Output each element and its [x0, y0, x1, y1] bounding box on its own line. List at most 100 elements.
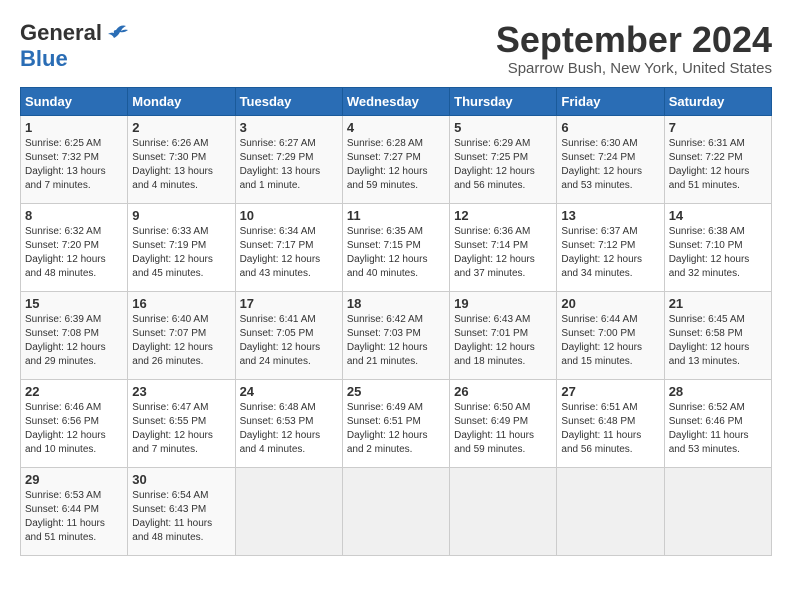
calendar-cell: 27 Sunrise: 6:51 AMSunset: 6:48 PMDaylig… — [557, 379, 664, 467]
calendar-cell: 10 Sunrise: 6:34 AMSunset: 7:17 PMDaylig… — [235, 203, 342, 291]
day-info: Sunrise: 6:40 AMSunset: 7:07 PMDaylight:… — [132, 314, 213, 367]
col-saturday: Saturday — [664, 87, 771, 115]
title-area: September 2024 Sparrow Bush, New York, U… — [496, 20, 772, 77]
calendar-cell: 17 Sunrise: 6:41 AMSunset: 7:05 PMDaylig… — [235, 291, 342, 379]
day-info: Sunrise: 6:42 AMSunset: 7:03 PMDaylight:… — [347, 314, 428, 367]
day-number: 23 — [132, 384, 230, 399]
calendar-cell: 15 Sunrise: 6:39 AMSunset: 7:08 PMDaylig… — [21, 291, 128, 379]
day-info: Sunrise: 6:48 AMSunset: 6:53 PMDaylight:… — [240, 402, 321, 455]
calendar-week-row: 29 Sunrise: 6:53 AMSunset: 6:44 PMDaylig… — [21, 467, 772, 555]
calendar-cell: 25 Sunrise: 6:49 AMSunset: 6:51 PMDaylig… — [342, 379, 449, 467]
day-number: 22 — [25, 384, 123, 399]
calendar-cell — [557, 467, 664, 555]
day-info: Sunrise: 6:49 AMSunset: 6:51 PMDaylight:… — [347, 402, 428, 455]
day-number: 18 — [347, 296, 445, 311]
calendar-cell: 22 Sunrise: 6:46 AMSunset: 6:56 PMDaylig… — [21, 379, 128, 467]
day-number: 27 — [561, 384, 659, 399]
day-info: Sunrise: 6:37 AMSunset: 7:12 PMDaylight:… — [561, 226, 642, 279]
calendar-cell: 21 Sunrise: 6:45 AMSunset: 6:58 PMDaylig… — [664, 291, 771, 379]
calendar-cell: 1 Sunrise: 6:25 AMSunset: 7:32 PMDayligh… — [21, 115, 128, 203]
location-subtitle: Sparrow Bush, New York, United States — [496, 60, 772, 77]
calendar-cell: 16 Sunrise: 6:40 AMSunset: 7:07 PMDaylig… — [128, 291, 235, 379]
calendar-cell: 5 Sunrise: 6:29 AMSunset: 7:25 PMDayligh… — [450, 115, 557, 203]
calendar-cell: 12 Sunrise: 6:36 AMSunset: 7:14 PMDaylig… — [450, 203, 557, 291]
day-number: 28 — [669, 384, 767, 399]
day-info: Sunrise: 6:39 AMSunset: 7:08 PMDaylight:… — [25, 314, 106, 367]
day-info: Sunrise: 6:31 AMSunset: 7:22 PMDaylight:… — [669, 138, 750, 191]
logo: General Blue — [20, 20, 128, 72]
calendar-cell: 28 Sunrise: 6:52 AMSunset: 6:46 PMDaylig… — [664, 379, 771, 467]
calendar-week-row: 15 Sunrise: 6:39 AMSunset: 7:08 PMDaylig… — [21, 291, 772, 379]
day-number: 26 — [454, 384, 552, 399]
page-header: General Blue September 2024 Sparrow Bush… — [20, 20, 772, 77]
calendar-cell — [450, 467, 557, 555]
col-tuesday: Tuesday — [235, 87, 342, 115]
col-sunday: Sunday — [21, 87, 128, 115]
day-number: 10 — [240, 208, 338, 223]
day-info: Sunrise: 6:32 AMSunset: 7:20 PMDaylight:… — [25, 226, 106, 279]
day-info: Sunrise: 6:51 AMSunset: 6:48 PMDaylight:… — [561, 402, 641, 455]
day-info: Sunrise: 6:47 AMSunset: 6:55 PMDaylight:… — [132, 402, 213, 455]
day-number: 15 — [25, 296, 123, 311]
calendar-cell — [342, 467, 449, 555]
day-number: 13 — [561, 208, 659, 223]
day-number: 1 — [25, 120, 123, 135]
calendar-table: Sunday Monday Tuesday Wednesday Thursday… — [20, 87, 772, 556]
day-number: 14 — [669, 208, 767, 223]
calendar-cell: 2 Sunrise: 6:26 AMSunset: 7:30 PMDayligh… — [128, 115, 235, 203]
calendar-cell — [664, 467, 771, 555]
day-number: 21 — [669, 296, 767, 311]
calendar-cell: 26 Sunrise: 6:50 AMSunset: 6:49 PMDaylig… — [450, 379, 557, 467]
calendar-cell: 24 Sunrise: 6:48 AMSunset: 6:53 PMDaylig… — [235, 379, 342, 467]
calendar-week-row: 1 Sunrise: 6:25 AMSunset: 7:32 PMDayligh… — [21, 115, 772, 203]
day-number: 25 — [347, 384, 445, 399]
day-info: Sunrise: 6:38 AMSunset: 7:10 PMDaylight:… — [669, 226, 750, 279]
day-number: 24 — [240, 384, 338, 399]
calendar-cell: 11 Sunrise: 6:35 AMSunset: 7:15 PMDaylig… — [342, 203, 449, 291]
month-title: September 2024 — [496, 20, 772, 60]
calendar-cell: 18 Sunrise: 6:42 AMSunset: 7:03 PMDaylig… — [342, 291, 449, 379]
calendar-week-row: 22 Sunrise: 6:46 AMSunset: 6:56 PMDaylig… — [21, 379, 772, 467]
calendar-cell: 30 Sunrise: 6:54 AMSunset: 6:43 PMDaylig… — [128, 467, 235, 555]
col-friday: Friday — [557, 87, 664, 115]
logo-text-blue: Blue — [20, 46, 68, 71]
calendar-cell — [235, 467, 342, 555]
day-info: Sunrise: 6:28 AMSunset: 7:27 PMDaylight:… — [347, 138, 428, 191]
day-number: 20 — [561, 296, 659, 311]
day-info: Sunrise: 6:25 AMSunset: 7:32 PMDaylight:… — [25, 138, 106, 191]
day-number: 30 — [132, 472, 230, 487]
day-info: Sunrise: 6:54 AMSunset: 6:43 PMDaylight:… — [132, 490, 212, 543]
day-info: Sunrise: 6:33 AMSunset: 7:19 PMDaylight:… — [132, 226, 213, 279]
day-number: 19 — [454, 296, 552, 311]
day-number: 12 — [454, 208, 552, 223]
calendar-cell: 19 Sunrise: 6:43 AMSunset: 7:01 PMDaylig… — [450, 291, 557, 379]
logo-bird-icon — [106, 24, 128, 42]
day-number: 8 — [25, 208, 123, 223]
calendar-cell: 7 Sunrise: 6:31 AMSunset: 7:22 PMDayligh… — [664, 115, 771, 203]
col-wednesday: Wednesday — [342, 87, 449, 115]
calendar-week-row: 8 Sunrise: 6:32 AMSunset: 7:20 PMDayligh… — [21, 203, 772, 291]
day-info: Sunrise: 6:53 AMSunset: 6:44 PMDaylight:… — [25, 490, 105, 543]
day-number: 6 — [561, 120, 659, 135]
day-info: Sunrise: 6:41 AMSunset: 7:05 PMDaylight:… — [240, 314, 321, 367]
calendar-cell: 20 Sunrise: 6:44 AMSunset: 7:00 PMDaylig… — [557, 291, 664, 379]
day-number: 3 — [240, 120, 338, 135]
day-info: Sunrise: 6:34 AMSunset: 7:17 PMDaylight:… — [240, 226, 321, 279]
calendar-header-row: Sunday Monday Tuesday Wednesday Thursday… — [21, 87, 772, 115]
day-info: Sunrise: 6:36 AMSunset: 7:14 PMDaylight:… — [454, 226, 535, 279]
day-number: 9 — [132, 208, 230, 223]
day-number: 2 — [132, 120, 230, 135]
day-number: 29 — [25, 472, 123, 487]
day-info: Sunrise: 6:50 AMSunset: 6:49 PMDaylight:… — [454, 402, 534, 455]
day-number: 4 — [347, 120, 445, 135]
calendar-cell: 3 Sunrise: 6:27 AMSunset: 7:29 PMDayligh… — [235, 115, 342, 203]
day-info: Sunrise: 6:27 AMSunset: 7:29 PMDaylight:… — [240, 138, 321, 191]
day-number: 7 — [669, 120, 767, 135]
day-number: 5 — [454, 120, 552, 135]
day-info: Sunrise: 6:46 AMSunset: 6:56 PMDaylight:… — [25, 402, 106, 455]
calendar-cell: 8 Sunrise: 6:32 AMSunset: 7:20 PMDayligh… — [21, 203, 128, 291]
calendar-cell: 6 Sunrise: 6:30 AMSunset: 7:24 PMDayligh… — [557, 115, 664, 203]
day-info: Sunrise: 6:29 AMSunset: 7:25 PMDaylight:… — [454, 138, 535, 191]
calendar-cell: 4 Sunrise: 6:28 AMSunset: 7:27 PMDayligh… — [342, 115, 449, 203]
logo-text-general: General — [20, 20, 102, 46]
